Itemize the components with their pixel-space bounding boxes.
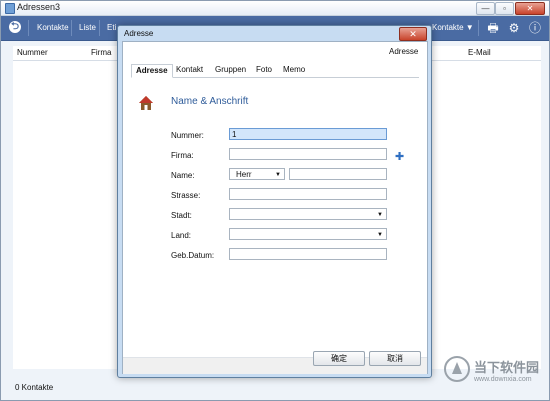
tab-foto[interactable]: Foto — [252, 64, 276, 76]
strasse-label: Strasse: — [171, 191, 201, 200]
section-title: Name & Anschrift — [171, 96, 249, 107]
land-dropdown[interactable]: ▼ — [229, 228, 387, 240]
dialog-header-label: Adresse — [389, 47, 419, 56]
add-firma-icon[interactable]: ✚ — [395, 150, 404, 163]
land-label: Land: — [171, 231, 192, 240]
firma-field[interactable] — [229, 148, 387, 160]
home-icon — [139, 96, 153, 110]
toolbar-kontakte-button[interactable]: Kontakte — [30, 16, 76, 40]
cancel-button[interactable]: 取消 — [369, 351, 421, 366]
app-icon — [5, 3, 15, 14]
stadt-label: Stadt: — [171, 211, 192, 220]
maximize-button[interactable]: ▫ — [495, 2, 514, 15]
chevron-down-icon: ▼ — [377, 232, 383, 238]
settings-gear-icon[interactable]: ⚙ — [507, 21, 521, 35]
nummer-label: Nummer: — [171, 131, 204, 140]
tab-adresse[interactable]: Adresse — [131, 64, 173, 78]
watermark-url: www.downxia.com — [474, 376, 532, 383]
contact-count: 0 Kontakte — [15, 383, 54, 392]
tab-bar: Adresse Kontakt Gruppen Foto Memo — [131, 64, 419, 78]
gebdatum-field[interactable] — [229, 248, 387, 260]
print-icon[interactable]: 🖶 — [486, 21, 500, 35]
tab-gruppen[interactable]: Gruppen — [211, 64, 250, 76]
dialog-title: Adresse — [124, 29, 154, 38]
kontakte-dropdown[interactable]: Kontakte ▼ — [425, 16, 481, 40]
anrede-value: Herr — [236, 170, 252, 179]
column-header-firma[interactable]: Firma — [91, 48, 111, 57]
stadt-dropdown[interactable]: ▼ — [229, 208, 387, 220]
title-bar: Adressen3 — ▫ ✕ — [1, 1, 549, 16]
tab-memo[interactable]: Memo — [279, 64, 309, 76]
close-button[interactable]: ✕ — [515, 2, 545, 15]
window-title: Adressen3 — [17, 2, 61, 12]
chevron-down-icon: ▼ — [275, 172, 281, 178]
nummer-field[interactable]: 1 — [229, 128, 387, 140]
strasse-field[interactable] — [229, 188, 387, 200]
tab-kontakt[interactable]: Kontakt — [172, 64, 207, 76]
column-header-email[interactable]: E-Mail — [468, 48, 491, 57]
firma-label: Firma: — [171, 151, 194, 160]
anrede-dropdown[interactable]: Herr ▼ — [229, 168, 285, 180]
dialog-close-button[interactable]: ✕ — [399, 27, 427, 41]
ok-button[interactable]: 确定 — [313, 351, 365, 366]
info-icon[interactable]: ⓘ — [528, 21, 542, 35]
name-label: Name: — [171, 171, 195, 180]
gebdatum-label: Geb.Datum: — [171, 251, 215, 260]
name-field[interactable] — [289, 168, 387, 180]
dialog-content: Adresse Adresse Kontakt Gruppen Foto Mem… — [122, 41, 428, 374]
watermark-brand: 当下软件园 — [474, 360, 540, 375]
column-header-nummer[interactable]: Nummer — [17, 48, 48, 57]
toolbar-separator — [28, 20, 29, 36]
watermark-logo-icon — [444, 356, 470, 382]
minimize-button[interactable]: — — [476, 2, 495, 15]
chevron-down-icon: ▼ — [377, 212, 383, 218]
toolbar-separator — [478, 20, 479, 36]
back-icon[interactable]: ⮌ — [9, 21, 21, 33]
watermark: 当下软件园 www.downxia.com — [444, 352, 548, 392]
address-dialog: Adresse ✕ Adresse Adresse Kontakt Gruppe… — [117, 25, 432, 378]
